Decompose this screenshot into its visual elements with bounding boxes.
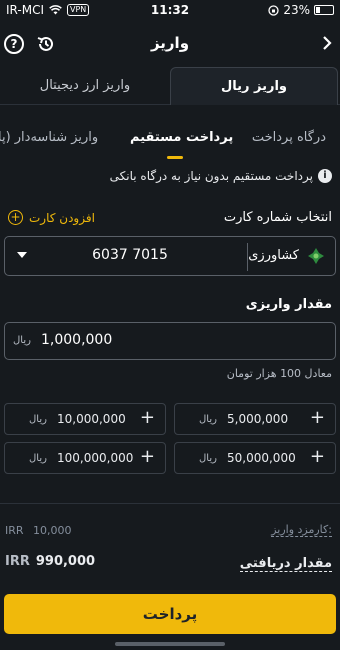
amount-value: 1,000,000	[41, 332, 113, 348]
plus-icon: +	[309, 446, 325, 467]
add-card-label: افزودن کارت	[29, 210, 95, 225]
plus-icon: +	[309, 407, 325, 428]
fee-label[interactable]: کارمزد واریز:	[271, 523, 332, 537]
status-bar: IR-MCI VPN 11:32 23%	[0, 0, 340, 22]
preset-currency: ریال	[199, 453, 217, 464]
add-card-button[interactable]: + افزودن کارت	[8, 210, 95, 225]
card-number: 6037 7015	[92, 247, 168, 263]
tab-id-deposit[interactable]: واریز شناسه‌دار (پا	[0, 130, 98, 145]
battery-percent: 23%	[283, 3, 310, 17]
preset-amount-button[interactable]: ریال 100,000,000 +	[4, 442, 166, 474]
plus-icon: +	[139, 407, 155, 428]
amount-currency: ریال	[13, 335, 31, 346]
preset-currency: ریال	[199, 414, 217, 425]
tab-payment-gateway[interactable]: درگاه پرداخت	[252, 130, 326, 145]
preset-amount-button[interactable]: ریال 10,000,000 +	[4, 403, 166, 435]
tab-crypto-deposit[interactable]: واریز ارز دیجیتال	[0, 67, 170, 105]
receive-label[interactable]: مقدار دریافتی	[239, 556, 332, 572]
fee-amount: IRR 10,000	[5, 524, 72, 537]
preset-currency: ریال	[29, 453, 47, 464]
plus-icon: +	[139, 446, 155, 467]
preset-amount-button[interactable]: ریال 5,000,000 +	[174, 403, 336, 435]
preset-value: 50,000,000	[227, 451, 296, 465]
bank-name: کشاورزی	[248, 248, 299, 263]
preset-currency: ریال	[29, 414, 47, 425]
amount-input[interactable]: ریال 1,000,000	[4, 322, 336, 360]
battery-icon	[314, 5, 334, 15]
plus-circle-icon: +	[8, 210, 23, 225]
card-select-label: انتخاب شماره کارت	[223, 210, 332, 225]
chevron-right-icon[interactable]	[322, 36, 332, 50]
fee-value: 10,000	[33, 524, 72, 537]
tab-direct-payment[interactable]: پرداخت مستقیم	[130, 130, 233, 145]
receive-amount: IRR 990,000	[5, 554, 95, 569]
preset-value: 100,000,000	[57, 451, 134, 465]
preset-value: 10,000,000	[57, 412, 126, 426]
app-header: ? واریز	[0, 26, 340, 62]
page-title: واریز	[150, 34, 190, 52]
orientation-lock-icon	[268, 4, 279, 16]
active-tab-indicator	[167, 156, 183, 159]
divider	[0, 503, 340, 504]
preset-amount-button[interactable]: ریال 50,000,000 +	[174, 442, 336, 474]
info-banner: i پرداخت مستقیم بدون نیاز به درگاه بانکی	[110, 169, 332, 183]
info-text: پرداخت مستقیم بدون نیاز به درگاه بانکی	[109, 169, 313, 183]
amount-equivalent: معادل 100 هزار تومان	[226, 367, 332, 380]
amount-label: مقدار واریزی	[245, 297, 332, 312]
info-icon: i	[318, 169, 332, 183]
preset-value: 5,000,000	[227, 412, 289, 426]
deposit-type-tabs: واریز ارز دیجیتال واریز ریال	[0, 67, 340, 105]
home-indicator	[115, 642, 225, 646]
bank-logo-icon	[308, 248, 324, 264]
tab-rial-deposit[interactable]: واریز ریال	[170, 67, 338, 105]
pay-button[interactable]: پرداخت	[4, 594, 336, 634]
receive-currency: IRR	[5, 554, 30, 569]
receive-value: 990,000	[35, 554, 96, 569]
fee-currency: IRR	[5, 524, 24, 537]
card-number-select[interactable]: 6037 7015 کشاورزی	[4, 236, 336, 276]
